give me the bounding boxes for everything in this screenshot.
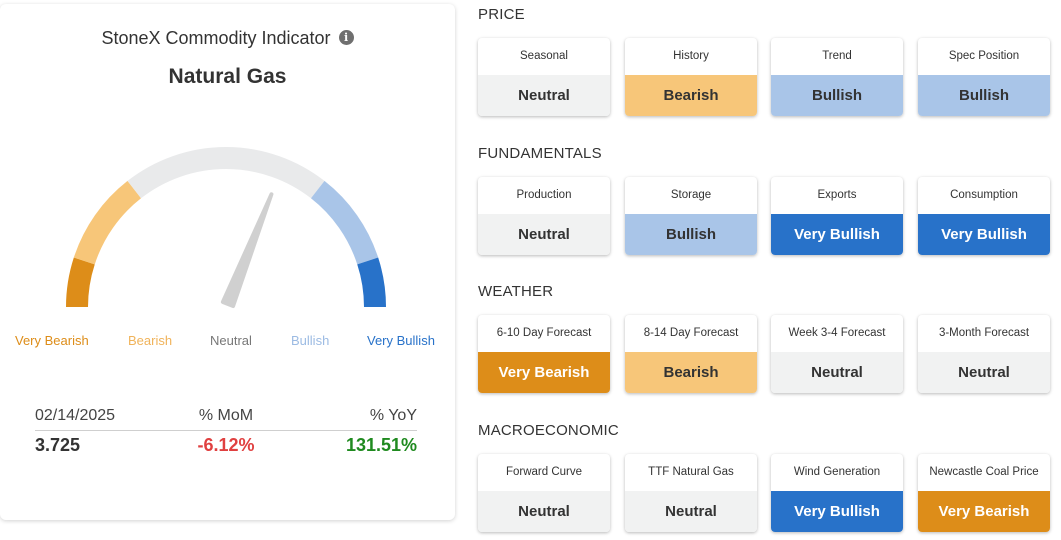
tile-consumption[interactable]: Consumption Very Bullish — [918, 177, 1050, 255]
tile-history[interactable]: History Bearish — [625, 38, 757, 116]
tile-label: TTF Natural Gas — [648, 466, 734, 478]
tile-label: Storage — [670, 189, 712, 201]
stats-yoy-label: % YoY — [369, 407, 417, 424]
gauge-segment — [357, 257, 386, 308]
tile-value: Very Bullish — [771, 214, 903, 255]
tile-spec-position[interactable]: Spec Position Bullish — [918, 38, 1050, 116]
gauge-needle — [220, 192, 274, 309]
gauge-segment — [127, 147, 325, 199]
tile-seasonal[interactable]: Seasonal Neutral — [478, 38, 610, 116]
tile-value: Bearish — [625, 352, 757, 393]
tile-label: Consumption — [950, 189, 1018, 201]
tile-wind-generation[interactable]: Wind Generation Very Bullish — [771, 454, 903, 532]
section-heading-price: PRICE — [478, 6, 525, 23]
tile-ttf-natural-gas[interactable]: TTF Natural Gas Neutral — [625, 454, 757, 532]
tile-value: Very Bullish — [771, 491, 903, 532]
price-stats-values: 3.725 -6.12% 131.51% — [35, 431, 417, 460]
indicator-card: StoneX Commodity Indicator i Natural Gas … — [0, 4, 455, 520]
gauge-label-very-bearish: Very Bearish — [15, 333, 89, 348]
tile-label: Trend — [822, 50, 852, 62]
stats-price: 3.725 — [35, 435, 81, 455]
tile-label: 8-14 Day Forecast — [643, 327, 739, 339]
tile-label: History — [673, 50, 709, 62]
tile-value: Neutral — [771, 352, 903, 393]
tile-label: Newcastle Coal Price — [929, 466, 1039, 478]
tile-value: Neutral — [478, 491, 610, 532]
gauge-label-very-bullish: Very Bullish — [367, 333, 435, 348]
tile-label: Production — [516, 189, 572, 201]
tile-value: Bullish — [625, 214, 757, 255]
price-stats: 02/14/2025 % MoM % YoY 3.725 -6.12% 131.… — [35, 402, 417, 460]
tile-value: Bullish — [918, 75, 1050, 116]
tile-value: Bullish — [771, 75, 903, 116]
gauge-label-bullish: Bullish — [291, 333, 330, 348]
tile-label: Week 3-4 Forecast — [788, 327, 886, 339]
tile-label: Forward Curve — [505, 466, 583, 478]
tile-week-3-4-forecast[interactable]: Week 3-4 Forecast Neutral — [771, 315, 903, 393]
tile-value: Neutral — [478, 75, 610, 116]
gauge-label-bearish: Bearish — [128, 333, 173, 348]
tile-6-10-day-forecast[interactable]: 6-10 Day Forecast Very Bearish — [478, 315, 610, 393]
price-stats-header: 02/14/2025 % MoM % YoY — [35, 402, 417, 431]
section-heading-macroeconomic: MACROECONOMIC — [478, 422, 619, 439]
tile-exports[interactable]: Exports Very Bullish — [771, 177, 903, 255]
gauge-segment — [73, 180, 142, 265]
tile-production[interactable]: Production Neutral — [478, 177, 610, 255]
section-heading-fundamentals: FUNDAMENTALS — [478, 145, 602, 162]
stats-date: 02/14/2025 — [35, 407, 116, 424]
tile-label: Wind Generation — [793, 466, 881, 478]
tile-newcastle-coal-price[interactable]: Newcastle Coal Price Very Bearish — [918, 454, 1050, 532]
tile-3-month-forecast[interactable]: 3-Month Forecast Neutral — [918, 315, 1050, 393]
section-heading-weather: WEATHER — [478, 283, 554, 300]
tile-label: Spec Position — [948, 50, 1020, 62]
tile-value: Very Bullish — [918, 214, 1050, 255]
tile-label: Seasonal — [520, 50, 568, 62]
stats-mom-label: % MoM — [198, 407, 254, 424]
sentiment-gauge — [66, 147, 386, 309]
gauge-segment — [66, 257, 95, 308]
gauge-label-neutral: Neutral — [210, 333, 252, 348]
stats-yoy-value: 131.51% — [345, 435, 417, 455]
tile-trend[interactable]: Trend Bullish — [771, 38, 903, 116]
tile-8-14-day-forecast[interactable]: 8-14 Day Forecast Bearish — [625, 315, 757, 393]
tile-label: 6-10 Day Forecast — [496, 327, 592, 339]
tile-value: Very Bearish — [478, 352, 610, 393]
gauge-segment — [310, 180, 379, 265]
tile-value: Neutral — [478, 214, 610, 255]
tile-value: Neutral — [918, 352, 1050, 393]
stats-mom-value: -6.12% — [197, 435, 255, 455]
tile-label: Exports — [817, 189, 857, 201]
tile-label: 3-Month Forecast — [938, 327, 1030, 339]
tile-forward-curve[interactable]: Forward Curve Neutral — [478, 454, 610, 532]
tile-value: Neutral — [625, 491, 757, 532]
tile-value: Very Bearish — [918, 491, 1050, 532]
tile-value: Bearish — [625, 75, 757, 116]
tile-storage[interactable]: Storage Bullish — [625, 177, 757, 255]
